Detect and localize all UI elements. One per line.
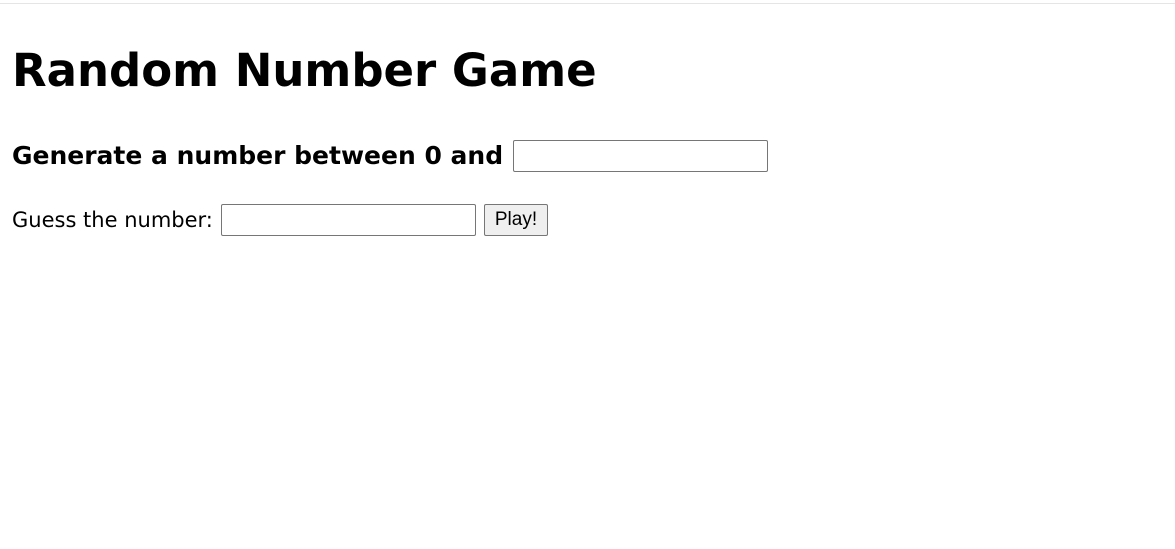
guess-row: Guess the number: Play!: [12, 203, 549, 237]
guess-label: Guess the number:: [12, 208, 213, 232]
top-divider: [0, 3, 1175, 4]
range-label: Generate a number between 0 and: [12, 141, 504, 170]
guess-input[interactable]: [220, 204, 476, 236]
range-row: Generate a number between 0 and: [12, 139, 769, 173]
max-number-input[interactable]: [513, 140, 769, 172]
page-title: Random Number Game: [12, 44, 597, 97]
play-button[interactable]: Play!: [483, 204, 549, 236]
